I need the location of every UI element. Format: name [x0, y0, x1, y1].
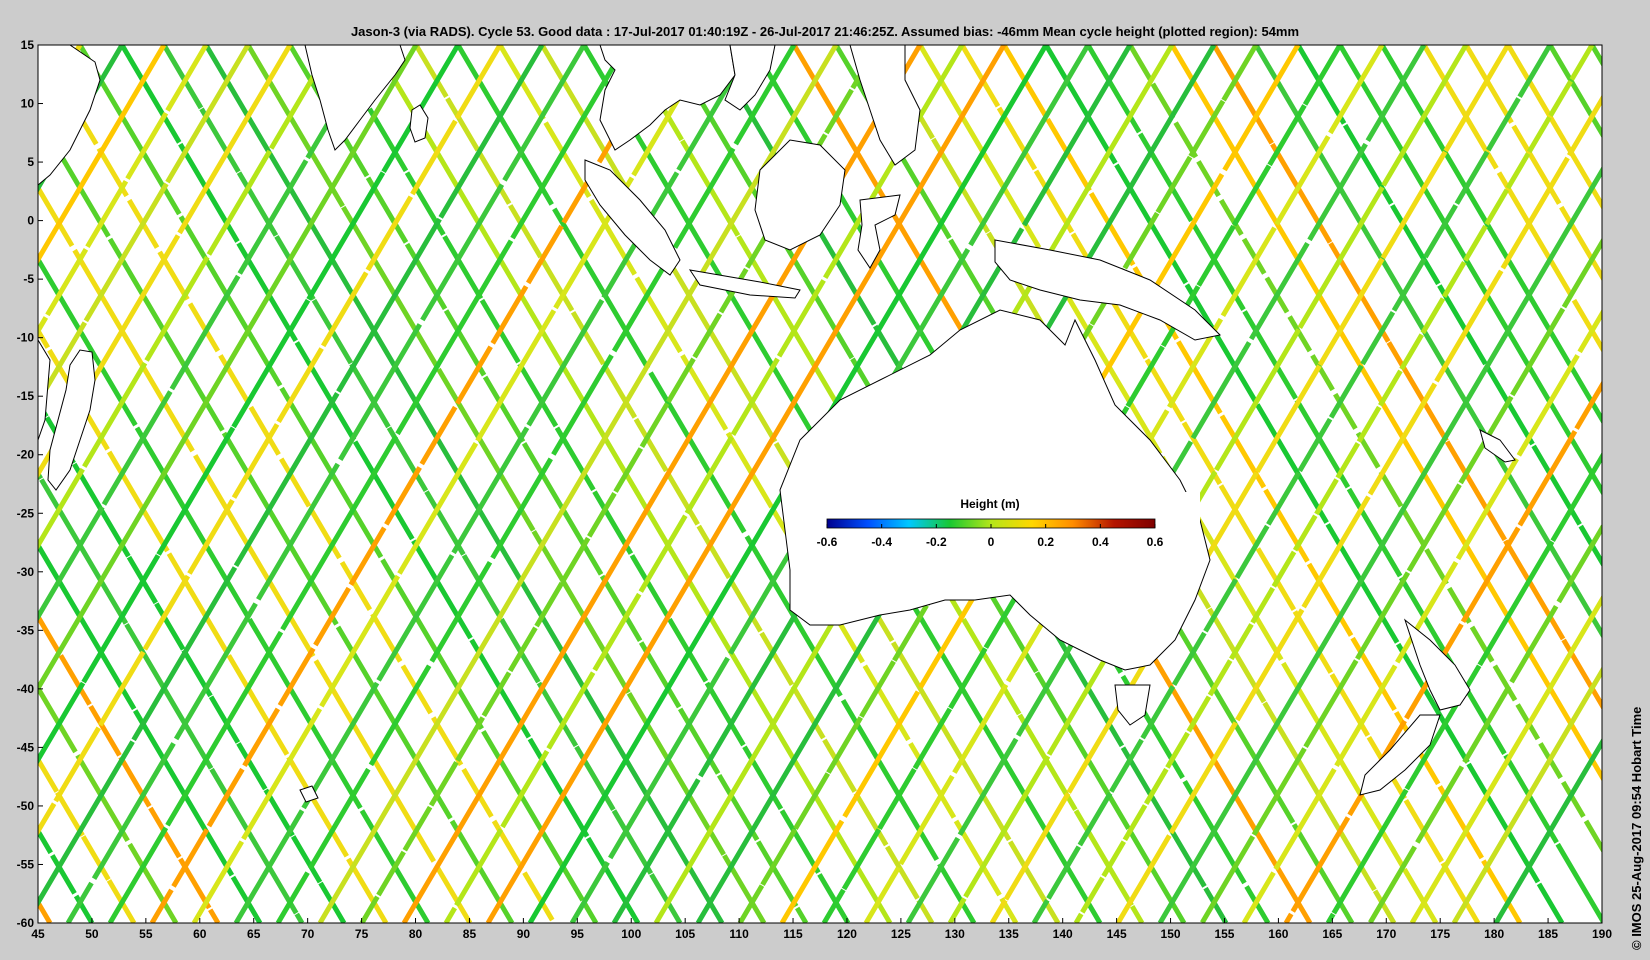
x-tick-label: 85: [463, 927, 477, 941]
y-tick-label: -35: [17, 623, 35, 637]
x-tick-label: 185: [1538, 927, 1558, 941]
x-tick-label: 150: [1161, 927, 1181, 941]
colorbar-tick-label: -0.6: [817, 535, 838, 549]
x-tick-label: 145: [1107, 927, 1127, 941]
colorbar-tick-label: 0.2: [1037, 535, 1054, 549]
x-tick-label: 65: [247, 927, 261, 941]
x-tick-label: 95: [571, 927, 585, 941]
y-tick-label: -15: [17, 389, 35, 403]
y-tick-label: 15: [21, 38, 35, 52]
x-tick-label: 105: [675, 927, 695, 941]
satellite-track: [0, 45, 8, 923]
y-tick-label: 0: [27, 214, 34, 228]
y-tick-label: -50: [17, 799, 35, 813]
x-tick-label: 160: [1268, 927, 1288, 941]
colorbar-tick-label: -0.2: [926, 535, 947, 549]
x-tick-label: 130: [945, 927, 965, 941]
x-tick-label: 115: [783, 927, 803, 941]
x-tick-label: 140: [1053, 927, 1073, 941]
x-tick-label: 75: [355, 927, 369, 941]
x-tick-label: 100: [621, 927, 641, 941]
y-tick-label: -40: [17, 682, 35, 696]
colorbar-title: Height (m): [960, 497, 1019, 511]
y-tick-label: 10: [21, 97, 35, 111]
x-tick-label: 50: [85, 927, 99, 941]
colorbar-tick-label: 0.4: [1092, 535, 1109, 549]
colorbar: Height (m) -0.6 -0.4 -0.2 0 0.2 0.4 0.6: [800, 492, 1200, 552]
x-tick-label: 55: [139, 927, 153, 941]
satellite-track: [38, 45, 41, 50]
y-tick-label: -10: [17, 331, 35, 345]
credit-text: © IMOS 25-Aug-2017 09:54 Hobart Time: [1629, 706, 1644, 950]
x-tick-label: 90: [517, 927, 531, 941]
x-tick-label: 60: [193, 927, 207, 941]
x-tick-label: 135: [999, 927, 1019, 941]
colorbar-tick-label: -0.4: [871, 535, 892, 549]
x-tick-label: 180: [1484, 927, 1504, 941]
x-tick-label: 70: [301, 927, 315, 941]
y-tick-label: -25: [17, 506, 35, 520]
y-tick-label: -60: [17, 916, 35, 930]
y-tick-label: -30: [17, 565, 35, 579]
x-tick-label: 190: [1592, 927, 1612, 941]
colorbar-tick-label: 0: [988, 535, 995, 549]
altimetry-map: 45 50 55 60 65 70 75 80 85 90 95 100 105 110 115 120 125…: [0, 38, 1613, 941]
y-tick-label: -45: [17, 740, 35, 754]
x-tick-label: 165: [1322, 927, 1342, 941]
x-tick-label: 80: [409, 927, 423, 941]
y-tick-label: 5: [27, 155, 34, 169]
x-tick-label: 175: [1430, 927, 1450, 941]
x-tick-label: 110: [729, 927, 749, 941]
y-tick-label: -5: [23, 272, 34, 286]
x-tick-label: 125: [891, 927, 911, 941]
y-tick-label: -20: [17, 448, 35, 462]
colorbar-tick-label: 0.6: [1147, 535, 1164, 549]
x-tick-label: 120: [837, 927, 857, 941]
x-tick-label: 155: [1214, 927, 1234, 941]
y-tick-label: -55: [17, 857, 35, 871]
x-tick-label: 170: [1376, 927, 1396, 941]
